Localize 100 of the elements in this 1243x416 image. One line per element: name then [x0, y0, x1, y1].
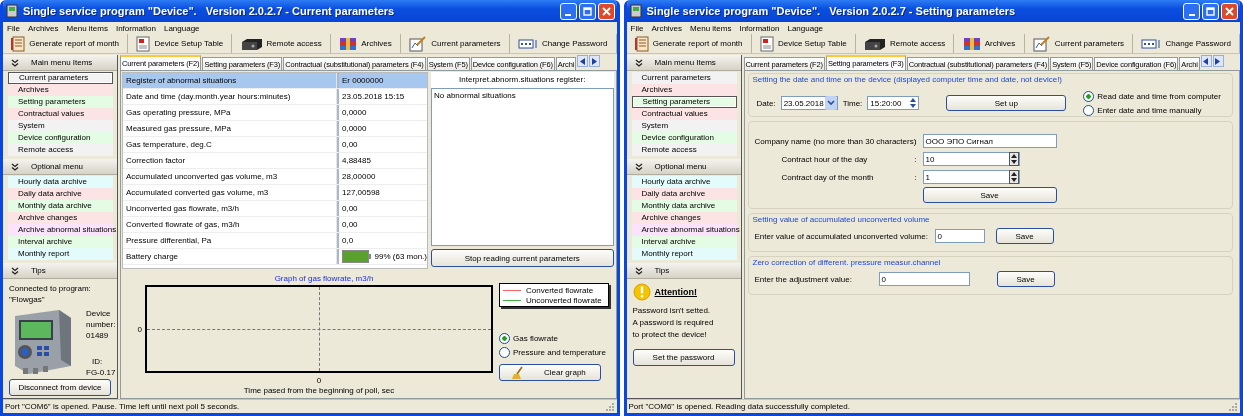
tip-text: A password is required: [632, 317, 715, 329]
table-row[interactable]: Pressure differential, Pa 0,0: [123, 233, 427, 249]
table-row[interactable]: Date and time (day.month.year hours:minutes) 23.05.2018 15:15: [123, 89, 427, 105]
menu-item[interactable]: Archives: [8, 84, 113, 96]
save-button[interactable]: Save: [922, 187, 1057, 203]
stop-reading-button[interactable]: Stop reading current parameters: [431, 249, 614, 267]
scroll-left-icon[interactable]: [577, 55, 589, 67]
field-label: Enter the adjustment value:: [754, 274, 853, 284]
radio-button[interactable]: [499, 332, 510, 344]
resize-grip-icon[interactable]: [1228, 401, 1238, 412]
menu-entry[interactable]: Archives: [651, 23, 683, 33]
radio-button[interactable]: [1083, 90, 1095, 102]
radio-label[interactable]: Read date and time from computer: [1097, 91, 1221, 101]
group-title: Setting value of accumulated unconverted volume: [752, 214, 931, 225]
menu-entry[interactable]: File: [7, 23, 20, 33]
field-label: Time:: [842, 98, 863, 108]
time-field[interactable]: 15:20:00: [867, 96, 920, 110]
menu-item[interactable]: Hourly data archive: [8, 176, 113, 188]
section-header[interactable]: Main menu Items: [3, 55, 117, 71]
number-field[interactable]: 1: [922, 170, 1020, 184]
menu-item[interactable]: Contractual values: [8, 108, 113, 120]
maximize-button[interactable]: [578, 2, 596, 20]
menu-item[interactable]: Monthly data archive: [8, 200, 113, 212]
spin-button[interactable]: [1008, 152, 1019, 166]
status-text: Port "COM6" is opened. Reading data successfully completed.: [628, 402, 850, 411]
date-field[interactable]: 23.05.2018: [780, 96, 838, 110]
spin-button[interactable]: [1008, 170, 1019, 184]
scroll-right-icon[interactable]: [589, 55, 601, 67]
radio-label[interactable]: Pressure and temperature: [513, 347, 606, 357]
close-button[interactable]: [597, 2, 615, 20]
menu-entry[interactable]: Archives: [27, 23, 59, 33]
minimize-button[interactable]: [1183, 2, 1200, 20]
save-button[interactable]: Save: [995, 228, 1054, 244]
menu-item[interactable]: Remote access: [8, 144, 113, 156]
minimize-button[interactable]: [559, 2, 577, 20]
menu-item[interactable]: Daily data archive: [631, 188, 737, 200]
menu-entry[interactable]: Information: [739, 23, 780, 33]
menu-entry[interactable]: Information: [115, 23, 156, 33]
menu-item[interactable]: Monthly data archive: [631, 200, 737, 212]
radio-label[interactable]: Enter date and time manually: [1097, 105, 1202, 115]
menu-item[interactable]: Archive changes: [8, 212, 113, 224]
menu-item[interactable]: Remote access: [631, 144, 737, 156]
table-row[interactable]: Battery charge 99% (63 mon.): [123, 249, 427, 265]
maximize-icon: [582, 6, 592, 16]
menu-item[interactable]: Interval archive: [631, 236, 737, 248]
menu-item[interactable]: Monthly report: [8, 248, 113, 260]
table-row[interactable]: Register of abnormal situations Er 0000000: [123, 73, 427, 89]
scroll-right-icon[interactable]: [1212, 55, 1224, 67]
maximize-button[interactable]: [1202, 2, 1219, 20]
menu-item[interactable]: Current parameters: [8, 72, 113, 84]
section-header[interactable]: Optional menu: [3, 159, 117, 175]
radio-button[interactable]: [499, 346, 510, 358]
radio-button[interactable]: [1083, 104, 1095, 116]
dropdown-button[interactable]: [824, 96, 837, 110]
table-row[interactable]: Measured gas pressure, MPa 0,0000: [123, 121, 427, 137]
menu-item[interactable]: Archive changes: [631, 212, 737, 224]
menu-item[interactable]: Setting parameters: [631, 96, 737, 108]
section-header[interactable]: Tips: [626, 263, 741, 279]
table-row[interactable]: Correction factor 4,88485: [123, 153, 427, 169]
radio-label[interactable]: Gas flowrate: [513, 333, 558, 343]
menu-item[interactable]: Contractual values: [631, 108, 737, 120]
menu-item[interactable]: Current parameters: [631, 72, 737, 84]
table-row[interactable]: Converted flowrate of gas, m3/h 0,00: [123, 217, 427, 233]
menu-entry[interactable]: Menu items: [66, 23, 108, 33]
menu-item[interactable]: Daily data archive: [8, 188, 113, 200]
table-row[interactable]: Gas operating pressure, MPa 0,0000: [123, 105, 427, 121]
menu-item[interactable]: System: [631, 120, 737, 132]
text-field[interactable]: ООО ЭПО Сигнал: [922, 134, 1057, 148]
menu-entry[interactable]: Language: [787, 23, 824, 33]
menu-item[interactable]: Device configuration: [8, 132, 113, 144]
resize-grip-icon[interactable]: [604, 401, 615, 412]
input-field[interactable]: 0: [934, 229, 985, 243]
set-password-button[interactable]: Set the password: [632, 349, 735, 366]
menu-item[interactable]: Hourly data archive: [631, 176, 737, 188]
menu-item[interactable]: System: [8, 120, 113, 132]
table-row[interactable]: Accumulated converted gas volume, m3 127,00598: [123, 185, 427, 201]
menu-entry[interactable]: Menu items: [690, 23, 732, 33]
legend-label: Converted flowrate: [526, 285, 594, 295]
input-field[interactable]: 0: [878, 272, 970, 286]
menu-entry[interactable]: File: [630, 23, 644, 33]
table-row[interactable]: Accumulated unconverted gas volume, m3 28,00000: [123, 169, 427, 185]
scroll-left-icon[interactable]: [1200, 55, 1212, 67]
clear-graph-button[interactable]: Clear graph: [499, 364, 601, 381]
save-button[interactable]: Save: [996, 271, 1055, 287]
close-button[interactable]: [1221, 2, 1238, 20]
menu-item[interactable]: Device configuration: [631, 132, 737, 144]
spin-button[interactable]: [908, 96, 919, 110]
section-header[interactable]: Main menu Items: [626, 55, 741, 71]
disconnect-button[interactable]: Disconnect from device: [9, 379, 111, 396]
table-row[interactable]: Unconverted gas flowrate, m3/h 0,00: [123, 201, 427, 217]
menu-item[interactable]: Interval archive: [8, 236, 113, 248]
section-header[interactable]: Tips: [3, 263, 117, 279]
menu-item[interactable]: Setting parameters: [8, 96, 113, 108]
table-row[interactable]: Gas temperature, deg.C 0,00: [123, 137, 427, 153]
menu-entry[interactable]: Language: [163, 23, 200, 33]
menu-item[interactable]: Archives: [631, 84, 737, 96]
menu-item[interactable]: Monthly report: [631, 248, 737, 260]
section-header[interactable]: Optional menu: [626, 159, 741, 175]
set-up-button[interactable]: Set up: [946, 95, 1067, 111]
number-field[interactable]: 10: [922, 152, 1020, 166]
